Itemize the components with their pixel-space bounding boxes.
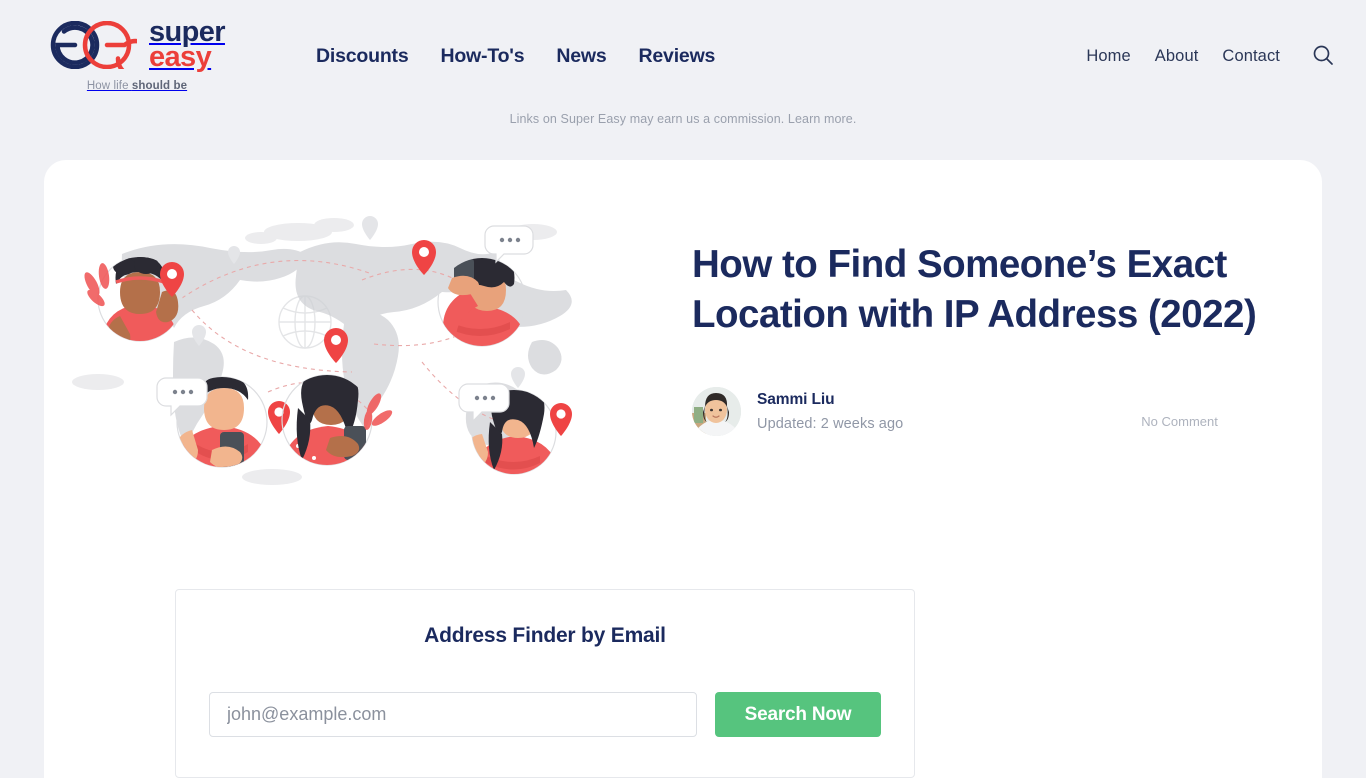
search-now-button[interactable]: Search Now: [715, 692, 881, 737]
primary-navigation: Discounts How-To's News Reviews: [316, 45, 715, 68]
nav-item-contact[interactable]: Contact: [1222, 47, 1280, 66]
brand-tagline: How life should be: [87, 80, 187, 92]
finder-title: Address Finder by Email: [424, 624, 666, 647]
secondary-navigation: Home About Contact: [1086, 41, 1338, 71]
learn-more-link[interactable]: Learn more.: [788, 112, 857, 126]
avatar: [692, 387, 741, 437]
nav-item-reviews[interactable]: Reviews: [639, 45, 716, 68]
affiliate-disclaimer: Links on Super Easy may earn us a commis…: [0, 112, 1366, 138]
super-easy-double-e-logo: [49, 20, 156, 79]
comment-count[interactable]: No Comment: [1141, 394, 1218, 429]
brand-logo[interactable]: super easy How life should be: [44, 18, 230, 92]
author-name[interactable]: Sammi Liu: [757, 391, 835, 408]
page-title: How to Find Someone’s Exact Location wit…: [692, 243, 1257, 336]
nav-item-home[interactable]: Home: [1086, 47, 1130, 66]
search-toggle-button[interactable]: [1308, 41, 1338, 71]
nav-item-news[interactable]: News: [556, 45, 606, 68]
article-header-text: How to Find Someone’s Exact Location wit…: [592, 192, 1280, 437]
byline: Sammi Liu Updated: 2 weeks ago No Commen…: [692, 387, 1280, 437]
address-finder-widget: Address Finder by Email Search Now: [175, 589, 915, 778]
updated-timestamp: Updated: 2 weeks ago: [757, 416, 904, 433]
world-map-location-sharing-illustration: .land { fill:#dcdde0; } .cloud { fill:#e…: [62, 192, 592, 492]
brand-word-bottom: easy: [149, 41, 212, 73]
email-field[interactable]: [209, 692, 697, 737]
disclaimer-text: Links on Super Easy may earn us a commis…: [509, 112, 788, 126]
tagline-bold: should be: [131, 79, 188, 92]
nav-item-how-tos[interactable]: How-To's: [440, 45, 524, 68]
finder-form: Search Now: [209, 692, 881, 737]
tagline-regular: How life: [86, 79, 132, 92]
search-icon: [1312, 44, 1334, 69]
site-header: super easy How life should be Discounts …: [0, 0, 1366, 112]
nav-item-about[interactable]: About: [1155, 47, 1199, 66]
nav-item-discounts[interactable]: Discounts: [316, 45, 409, 68]
article-hero: .land { fill:#dcdde0; } .cloud { fill:#e…: [44, 160, 1322, 492]
article-card: .land { fill:#dcdde0; } .cloud { fill:#e…: [44, 160, 1322, 778]
